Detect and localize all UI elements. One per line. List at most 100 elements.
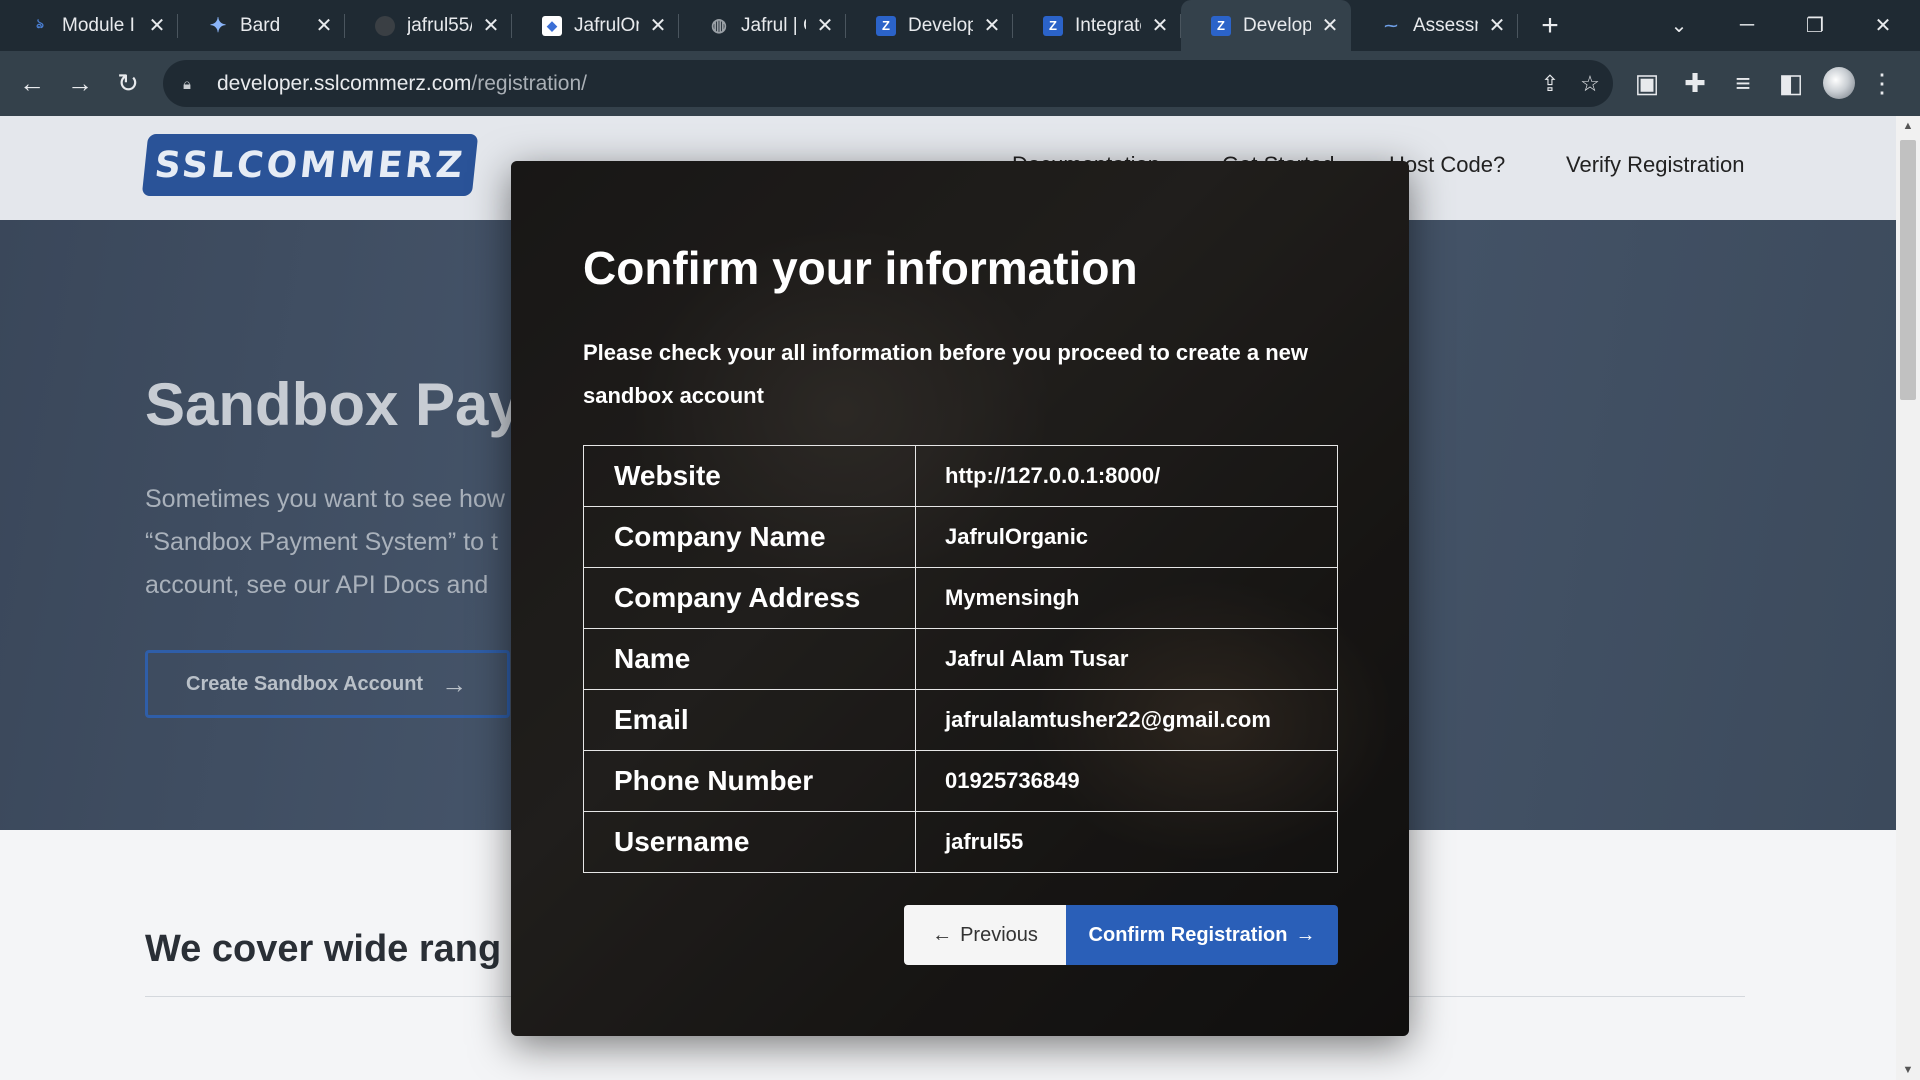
row-label: Username xyxy=(583,811,916,873)
tab-assessment[interactable]: ⁓ Assessm ✕ xyxy=(1351,0,1518,51)
arrow-right-icon: → xyxy=(441,668,468,699)
table-row: Username jafrul55 xyxy=(583,811,1338,873)
sslcommerz-logo[interactable]: SSLCOMMERZ xyxy=(141,134,479,196)
nav-verify-registration[interactable]: Verify Registration xyxy=(1566,152,1745,178)
table-row: Company Name JafrulOrganic xyxy=(583,506,1338,568)
side-panel-icon[interactable]: ◧ xyxy=(1771,63,1811,103)
z-logo-icon: Z xyxy=(1043,15,1063,36)
browser-toolbar: ← → ↻ 🔒︎ developer.sslcommerz.com/regist… xyxy=(0,51,1920,116)
arrow-left-icon: ← xyxy=(932,923,953,946)
media-control-icon[interactable]: ≡ xyxy=(1723,63,1763,103)
modal-title: Confirm your information xyxy=(583,242,1138,294)
row-value: jafrul55 xyxy=(915,811,1338,873)
tab-module[interactable]: ঌ Module I ✕ xyxy=(0,0,178,51)
back-arrow-icon[interactable]: ← xyxy=(12,63,52,103)
close-icon[interactable]: ✕ xyxy=(313,15,335,37)
lock-icon: 🔒︎ xyxy=(183,75,191,93)
scroll-up-arrow-icon[interactable]: ▲ xyxy=(1896,116,1920,136)
close-icon[interactable]: ✕ xyxy=(1319,15,1341,37)
close-icon[interactable]: ✕ xyxy=(981,15,1003,37)
tab-label: jafrul55/J xyxy=(407,14,472,36)
confirm-information-modal: Confirm your information Please check yo… xyxy=(511,161,1409,1036)
hero-text-line: Sometimes you want to see how xyxy=(145,485,505,513)
hero-text: Sometimes you want to see how “Sandbox P… xyxy=(145,478,545,607)
extensions-puzzle-icon[interactable]: ✚ xyxy=(1675,63,1715,103)
tab-label: Integrate xyxy=(1075,14,1141,36)
tab-jafrul[interactable]: ◍ Jafrul | C ✕ xyxy=(679,0,846,51)
forward-arrow-icon[interactable]: → xyxy=(60,63,100,103)
table-row: Phone Number 01925736849 xyxy=(583,750,1338,812)
hero-title: Sandbox Pay xyxy=(145,371,522,438)
previous-button[interactable]: ← Previous xyxy=(904,905,1066,965)
modal-description: Please check your all information before… xyxy=(583,340,1309,408)
row-label: Phone Number xyxy=(583,750,916,812)
close-window-icon[interactable]: ✕ xyxy=(1849,0,1917,51)
app-icon: ◆ xyxy=(542,15,562,36)
row-label: Company Address xyxy=(583,567,916,629)
hero-text-line: account, see our API Docs and xyxy=(145,571,489,599)
browser-tab-bar: ঌ Module I ✕ ✦ Bard ✕ jafrul55/J ✕ ◆ Jaf… xyxy=(0,0,1920,51)
tab-bard[interactable]: ✦ Bard ✕ xyxy=(178,0,345,51)
new-tab-plus-icon[interactable]: + xyxy=(1530,0,1570,51)
tab-label: Assessm xyxy=(1413,14,1478,36)
table-row: Website http://127.0.0.1:8000/ xyxy=(583,445,1338,507)
close-icon[interactable]: ✕ xyxy=(814,15,836,37)
tab-jafrulorg[interactable]: ◆ JafrulOrg ✕ xyxy=(512,0,679,51)
row-value: jafrulalamtusher22@gmail.com xyxy=(915,689,1338,751)
picture-in-picture-icon[interactable]: ▣ xyxy=(1627,63,1667,103)
table-row: Email jafrulalamtusher22@gmail.com xyxy=(583,689,1338,751)
tab-github[interactable]: jafrul55/J ✕ xyxy=(345,0,512,51)
row-value: Mymensingh xyxy=(915,567,1338,629)
close-icon[interactable]: ✕ xyxy=(480,15,502,37)
github-icon xyxy=(375,15,395,36)
create-sandbox-account-button[interactable]: Create Sandbox Account → xyxy=(145,650,510,718)
tab-integrate[interactable]: Z Integrate ✕ xyxy=(1013,0,1181,51)
address-bar[interactable]: 🔒︎ developer.sslcommerz.com/registration… xyxy=(163,60,1613,107)
profile-avatar[interactable] xyxy=(1823,67,1855,99)
tab-label: Bard xyxy=(240,14,281,36)
tab-develop-1[interactable]: Z Develop ✕ xyxy=(846,0,1013,51)
row-label: Email xyxy=(583,689,916,751)
bookmark-star-icon[interactable]: ☆ xyxy=(1570,60,1610,107)
z-logo-icon: Z xyxy=(876,15,896,36)
button-label: Confirm Registration xyxy=(1088,923,1288,946)
hero-text-line: “Sandbox Payment System” to t xyxy=(145,528,498,556)
url-host: developer.sslcommerz.com xyxy=(217,71,472,95)
table-row: Company Address Mymensingh xyxy=(583,567,1338,629)
tab-develop-active[interactable]: Z Develop ✕ xyxy=(1181,0,1351,51)
close-icon[interactable]: ✕ xyxy=(1486,15,1508,37)
tab-label: JafrulOrg xyxy=(574,14,639,36)
row-value: 01925736849 xyxy=(915,750,1338,812)
arrow-right-icon: → xyxy=(1295,923,1316,946)
globe-icon: ◍ xyxy=(711,15,727,35)
row-value: JafrulOrganic xyxy=(915,506,1338,568)
table-row: Name Jafrul Alam Tusar xyxy=(583,628,1338,690)
tab-label: Jafrul | C xyxy=(741,14,806,36)
reload-icon[interactable]: ↻ xyxy=(108,63,148,103)
url-path: /registration/ xyxy=(471,71,587,95)
minimize-icon[interactable]: ─ xyxy=(1713,0,1781,51)
row-label: Name xyxy=(583,628,916,690)
section-title: We cover wide rang xyxy=(145,928,502,970)
close-icon[interactable]: ✕ xyxy=(647,15,669,37)
z-logo-icon: Z xyxy=(1211,15,1231,36)
scroll-thumb[interactable] xyxy=(1900,140,1916,400)
tab-label: Develop xyxy=(1243,14,1311,36)
row-value: Jafrul Alam Tusar xyxy=(915,628,1338,690)
tab-label: Module I xyxy=(62,14,135,36)
row-label: Website xyxy=(583,445,916,507)
page-scrollbar[interactable]: ▲ ▼ xyxy=(1896,116,1920,1080)
close-icon[interactable]: ✕ xyxy=(146,15,168,37)
tab-search-chevron-icon[interactable]: ⌄ xyxy=(1645,0,1713,51)
url-text: developer.sslcommerz.com/registration/ xyxy=(217,72,587,96)
tab-label: Develop xyxy=(908,14,973,36)
button-label: Previous xyxy=(960,923,1038,946)
restore-icon[interactable]: ❐ xyxy=(1781,0,1849,51)
close-icon[interactable]: ✕ xyxy=(1149,15,1171,37)
information-table: Website http://127.0.0.1:8000/ Company N… xyxy=(583,445,1338,873)
more-menu-icon[interactable]: ⋮ xyxy=(1867,63,1897,103)
scroll-down-arrow-icon[interactable]: ▼ xyxy=(1896,1060,1920,1080)
share-icon[interactable]: ⇪ xyxy=(1530,60,1570,107)
row-value: http://127.0.0.1:8000/ xyxy=(915,445,1338,507)
confirm-registration-button[interactable]: Confirm Registration → xyxy=(1066,905,1338,965)
